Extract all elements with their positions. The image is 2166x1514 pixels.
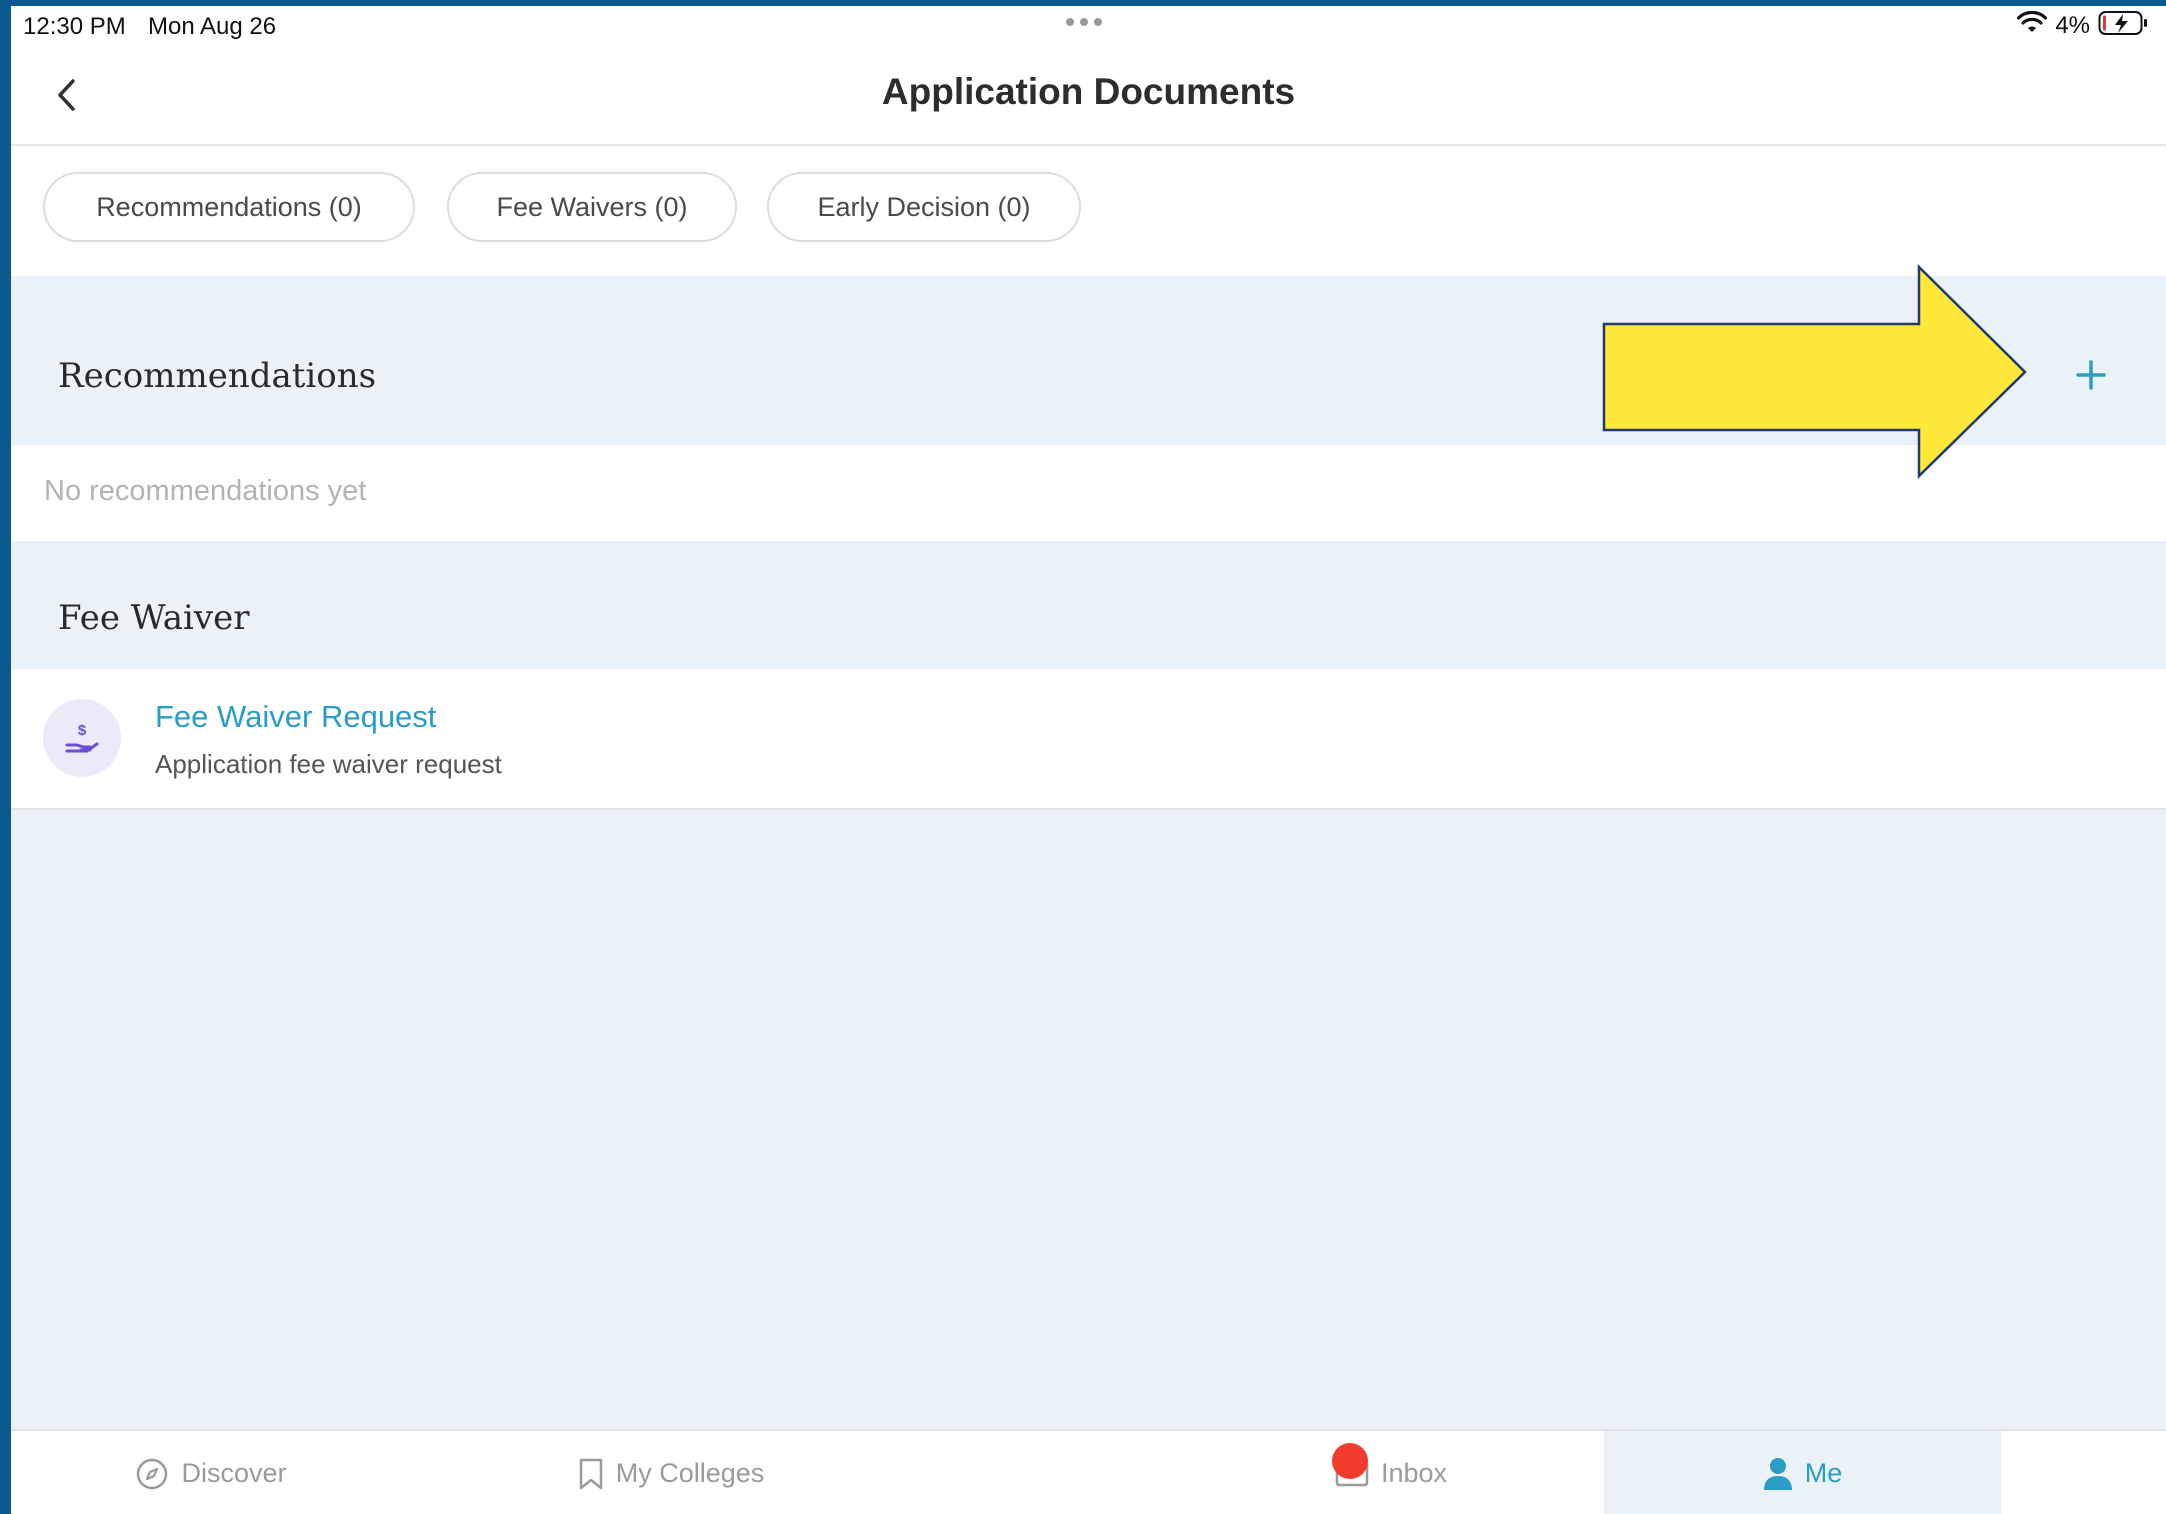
multitasking-dots-icon[interactable] (1066, 18, 1102, 26)
bottom-tab-bar: Discover My Colleges Inbox Me (11, 1429, 2166, 1514)
battery-charging-icon (2098, 10, 2148, 41)
bookmark-icon (579, 1458, 602, 1489)
chip-recommendations[interactable]: Recommendations (0) (43, 172, 415, 242)
document-subtitle: Application fee waiver request (155, 749, 502, 779)
add-recommendation-button[interactable] (2066, 350, 2116, 400)
inbox-badge (1332, 1443, 1368, 1479)
tab-inbox[interactable]: Inbox (1161, 1431, 1621, 1514)
hand-dollar-icon: $ (43, 699, 121, 777)
status-bar: 12:30 PM Mon Aug 26 4% (11, 6, 2166, 46)
empty-state-text: No recommendations yet (44, 475, 367, 507)
nav-header: Application Documents (11, 46, 2166, 146)
battery-percent: 4% (2055, 11, 2090, 39)
chip-early-decision[interactable]: Early Decision (0) (767, 172, 1081, 242)
tab-label-discover: Discover (181, 1458, 287, 1488)
tab-me[interactable]: Me (1604, 1431, 2001, 1514)
status-time: 12:30 PM (23, 13, 126, 40)
section-title-fee-waiver: Fee Waiver (58, 598, 250, 638)
svg-text:$: $ (78, 722, 87, 739)
fee-waiver-section-header: Fee Waiver (11, 541, 2166, 669)
page-title: Application Documents (881, 71, 1296, 112)
annotation-arrow-icon (1602, 264, 2027, 479)
plus-icon (2076, 360, 2106, 390)
compass-icon (137, 1458, 168, 1489)
list-item[interactable]: $ Fee Waiver Request Application fee wai… (11, 669, 2166, 810)
tab-label-my-colleges: My Colleges (615, 1458, 765, 1488)
filter-chips: Recommendations (0) Fee Waivers (0) Earl… (11, 146, 2166, 276)
person-icon (1763, 1457, 1792, 1490)
tab-my-colleges[interactable]: My Colleges (411, 1431, 931, 1514)
section-title-recommendations: Recommendations (58, 356, 377, 396)
tab-discover[interactable]: Discover (11, 1431, 411, 1514)
status-right: 4% (2017, 10, 2148, 41)
tab-label-me: Me (1804, 1458, 1843, 1488)
tab-label-inbox: Inbox (1380, 1458, 1448, 1488)
document-title: Fee Waiver Request (155, 699, 437, 734)
wifi-icon (2017, 10, 2048, 40)
status-date: Mon Aug 26 (148, 13, 277, 40)
chip-fee-waivers[interactable]: Fee Waivers (0) (447, 172, 737, 242)
app-screen: 12:30 PM Mon Aug 26 4% Application Docum… (11, 6, 2166, 1514)
